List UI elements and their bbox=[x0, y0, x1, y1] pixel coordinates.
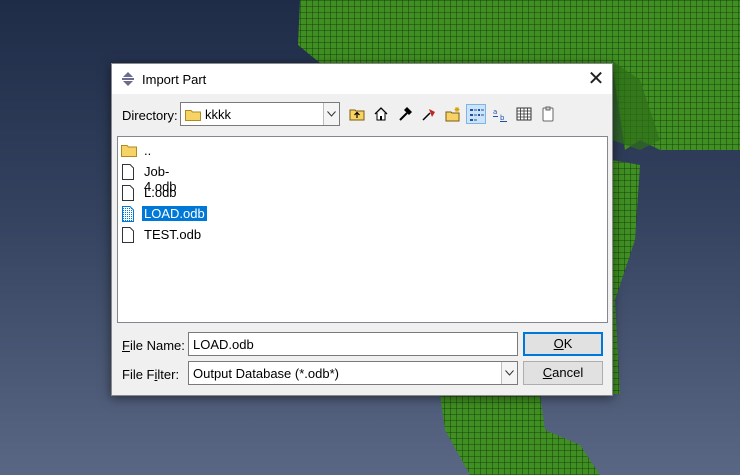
file-icon bbox=[122, 164, 134, 180]
file-name: LOAD.odb bbox=[141, 205, 208, 222]
directory-combo[interactable]: kkkk bbox=[180, 102, 340, 126]
ok-button[interactable]: OK bbox=[523, 332, 603, 356]
bookmark-icon bbox=[422, 109, 435, 121]
up-folder-icon bbox=[349, 109, 365, 121]
home-button[interactable] bbox=[371, 104, 391, 124]
file-filter-dropdown-button[interactable] bbox=[501, 362, 517, 384]
dialog-title: Import Part bbox=[142, 72, 207, 87]
chevron-down-icon bbox=[327, 111, 336, 117]
close-button[interactable]: ✕ bbox=[582, 66, 610, 92]
work-directory-button[interactable] bbox=[395, 104, 415, 124]
up-folder-button[interactable] bbox=[347, 104, 367, 124]
file-name-label: File Name: bbox=[122, 338, 185, 353]
import-part-dialog: Import Part ✕ Directory: kkkk a b .. Job… bbox=[111, 63, 613, 396]
svg-text:b: b bbox=[500, 114, 505, 122]
details-view-icon: a b bbox=[493, 108, 507, 122]
bookmark-button[interactable] bbox=[419, 104, 439, 124]
new-folder-button[interactable] bbox=[443, 104, 463, 124]
file-name-value: LOAD.odb bbox=[193, 337, 254, 352]
file-name: .. bbox=[144, 143, 152, 158]
svg-text:a: a bbox=[493, 108, 497, 116]
file-name: L.odb bbox=[144, 185, 177, 200]
hammer-icon bbox=[399, 107, 412, 121]
file-icon bbox=[122, 206, 134, 222]
file-name-input[interactable]: LOAD.odb bbox=[188, 332, 518, 356]
list-view-icon bbox=[470, 109, 484, 121]
file-name: TEST.odb bbox=[144, 227, 202, 242]
grid-view-button[interactable] bbox=[514, 104, 534, 124]
list-view-button[interactable] bbox=[466, 104, 486, 124]
chevron-down-icon bbox=[505, 370, 514, 376]
title-bar: Import Part ✕ bbox=[112, 64, 612, 94]
home-icon bbox=[374, 107, 388, 121]
file-list[interactable]: .. Job-4.odb L.odb LOAD.odb TEST.odb bbox=[117, 136, 608, 323]
directory-dropdown-button[interactable] bbox=[323, 103, 339, 125]
file-icon bbox=[122, 185, 134, 201]
directory-value: kkkk bbox=[205, 107, 231, 122]
file-filter-label: File Filter: bbox=[122, 367, 180, 382]
close-icon: ✕ bbox=[587, 68, 605, 90]
file-filter-value: Output Database (*.odb*) bbox=[193, 366, 339, 381]
folder-icon bbox=[185, 110, 201, 121]
new-folder-icon bbox=[445, 107, 460, 122]
directory-label: Directory: bbox=[122, 108, 178, 123]
file-filter-combo[interactable]: Output Database (*.odb*) bbox=[188, 361, 518, 385]
file-icon bbox=[122, 227, 134, 243]
import-part-icon bbox=[122, 72, 134, 86]
cancel-button[interactable]: Cancel bbox=[523, 361, 603, 385]
clipboard-button[interactable] bbox=[538, 104, 558, 124]
clipboard-icon bbox=[542, 106, 554, 122]
folder-icon bbox=[121, 145, 137, 157]
details-view-button[interactable]: a b bbox=[490, 104, 510, 124]
grid-view-icon bbox=[516, 107, 532, 121]
